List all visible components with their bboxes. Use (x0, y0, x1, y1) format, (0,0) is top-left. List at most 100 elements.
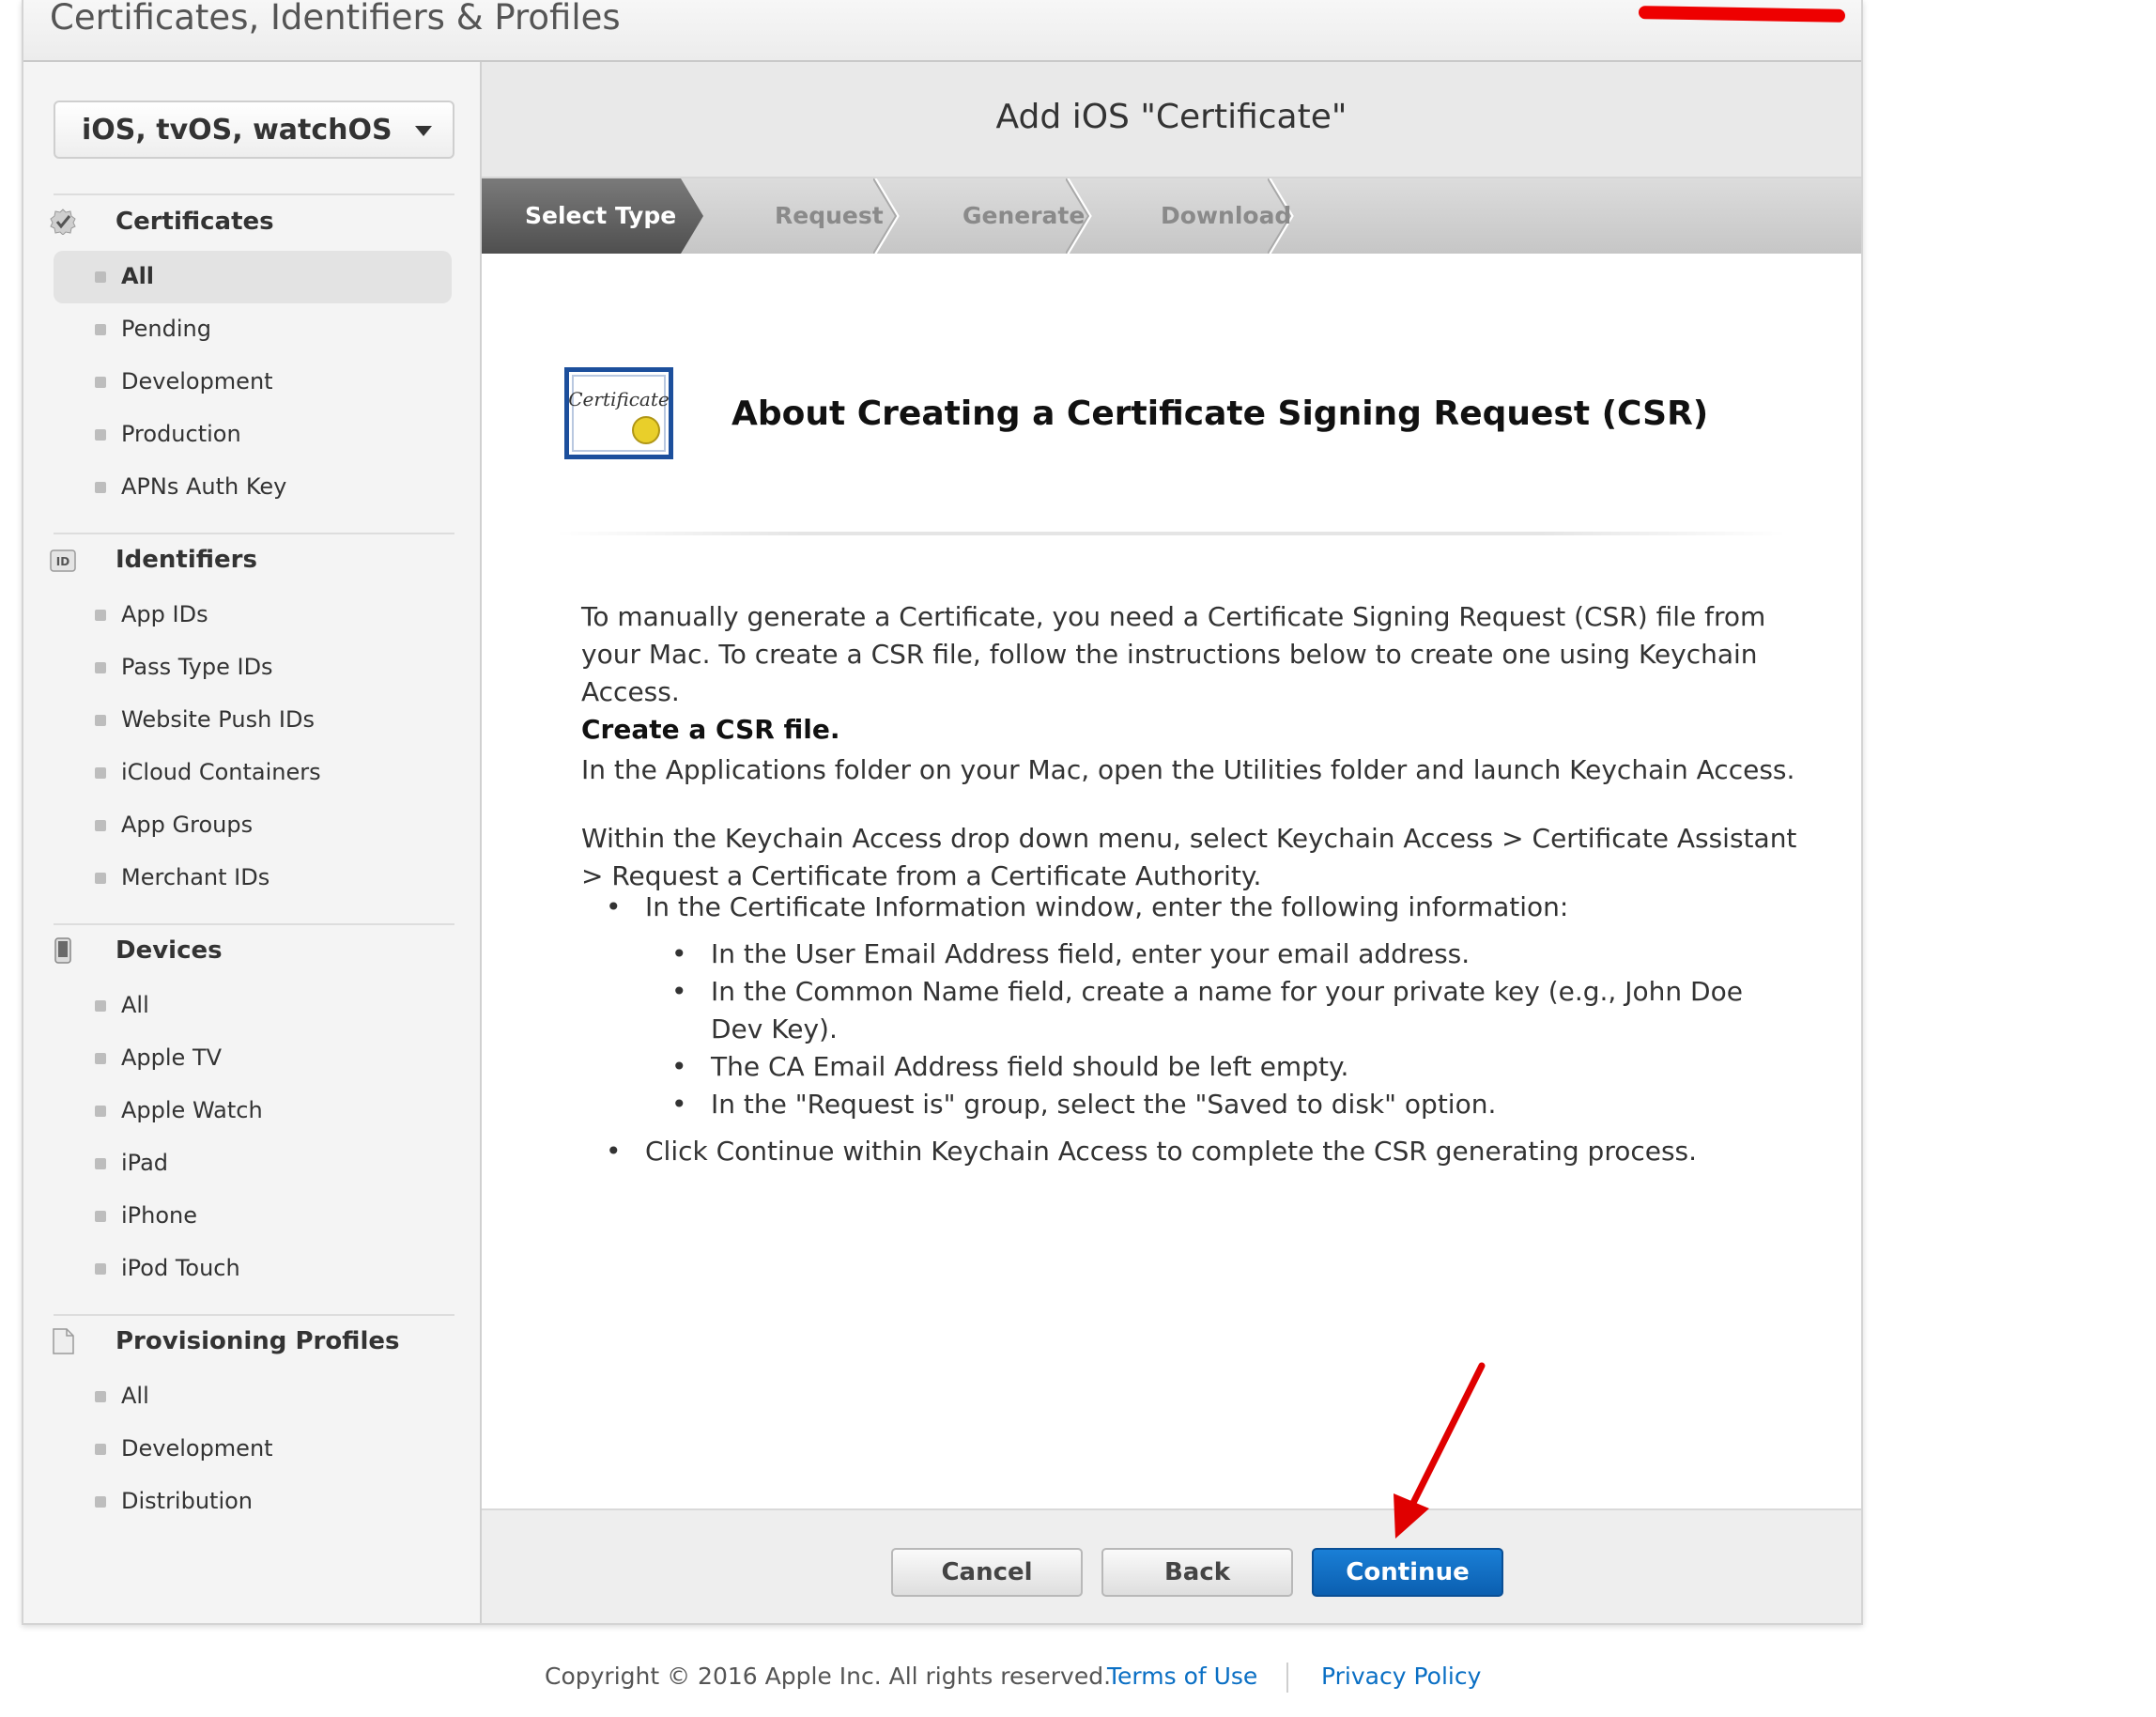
redacted-account-name (1638, 6, 1846, 23)
id-badge-icon: ID (50, 549, 76, 572)
sidebar-item-label: Apple TV (121, 1044, 223, 1071)
bullet-dot (95, 1000, 106, 1012)
bullet-dot (95, 610, 106, 621)
sidebar-item-label: All (121, 992, 149, 1018)
sidebar-item-profiles-all[interactable]: All (54, 1370, 452, 1423)
bullet-dot (95, 1106, 106, 1117)
privacy-policy-link[interactable]: Privacy Policy (1321, 1663, 1481, 1690)
bullet-dot (95, 482, 106, 493)
copyright-text: Copyright © 2016 Apple Inc. All rights r… (545, 1663, 1112, 1690)
sidebar-item-merchant-ids[interactable]: Merchant IDs (54, 852, 452, 905)
sidebar-item-ipod-touch[interactable]: iPod Touch (54, 1243, 452, 1295)
annotation-arrow-icon (1394, 1362, 1486, 1539)
sidebar-item-apple-tv[interactable]: Apple TV (54, 1032, 452, 1085)
bullet-dot (95, 1211, 106, 1222)
bullet-dot (95, 324, 106, 335)
bullet-dot (95, 767, 106, 779)
sidebar-item-certificates-development[interactable]: Development (54, 356, 452, 409)
sidebar-item-label: Pending (121, 316, 211, 342)
main-content: Certificate About Creating a Certificate… (482, 254, 1861, 1508)
sidebar-item-website-push-ids[interactable]: Website Push IDs (54, 694, 452, 747)
sidebar-item-label: All (121, 1383, 149, 1409)
bullet-dot (95, 1444, 106, 1455)
chevron-down-icon (415, 126, 432, 136)
sidebar-item-label: iPad (121, 1150, 169, 1176)
intro-paragraph: To manually generate a Certificate, you … (581, 601, 1766, 707)
sidebar-item-apple-watch[interactable]: Apple Watch (54, 1085, 452, 1137)
step-generate: Generate (962, 202, 1086, 229)
sidebar-item-ipad[interactable]: iPad (54, 1137, 452, 1190)
page-header: Add iOS "Certificate" (482, 62, 1861, 178)
step-progress-bar: Select Type Request Generate Download (482, 178, 1861, 254)
sidebar: iOS, tvOS, watchOS Certificates All Pend… (23, 62, 482, 1623)
create-csr-text: In the Applications folder on your Mac, … (581, 754, 1795, 785)
sidebar-item-label: App Groups (121, 812, 254, 838)
action-bar: Cancel Back Continue (482, 1508, 1861, 1623)
bullet-dot (95, 662, 106, 673)
sidebar-item-label: iPhone (121, 1202, 198, 1229)
continue-button[interactable]: Continue (1312, 1548, 1503, 1597)
section-title: Provisioning Profiles (116, 1327, 400, 1355)
section-divider (54, 923, 454, 925)
sidebar-item-certificates-all[interactable]: All (54, 251, 452, 303)
app-frame: Certificates, Identifiers & Profiles iOS… (22, 0, 1863, 1625)
cancel-button[interactable]: Cancel (891, 1548, 1083, 1597)
sidebar-item-label: Apple Watch (121, 1097, 263, 1123)
bullet-dot (95, 1158, 106, 1169)
section-title: Identifiers (116, 546, 257, 574)
sidebar-item-label: Merchant IDs (121, 864, 270, 890)
keychain-menu-instructions: Within the Keychain Access drop down men… (581, 823, 1797, 891)
step-download: Download (1161, 202, 1292, 229)
footer-separator (1286, 1663, 1288, 1693)
page-title: Add iOS "Certificate" (995, 98, 1348, 136)
sidebar-item-label: App IDs (121, 601, 208, 627)
divider (555, 532, 1787, 535)
create-csr-heading: Create a CSR file. (581, 714, 840, 745)
certificate-check-icon (50, 209, 76, 235)
sidebar-item-label: iCloud Containers (121, 759, 321, 785)
document-icon (53, 1328, 74, 1354)
bullet-dot (95, 873, 106, 884)
platform-select-value: iOS, tvOS, watchOS (82, 114, 393, 147)
bullet-dot (95, 429, 106, 441)
sidebar-item-label: iPod Touch (121, 1255, 240, 1281)
terms-of-use-link[interactable]: Terms of Use (1107, 1663, 1257, 1690)
app-title: Certificates, Identifiers & Profiles (50, 0, 621, 38)
svg-text:Certificate: Certificate (568, 388, 669, 410)
section-title: Devices (116, 936, 223, 965)
sidebar-item-label: Website Push IDs (121, 706, 315, 733)
sidebar-item-pass-type-ids[interactable]: Pass Type IDs (54, 642, 452, 694)
sidebar-item-label: Development (121, 1435, 273, 1462)
step-request: Request (775, 202, 884, 229)
sidebar-item-label: All (121, 263, 155, 289)
device-icon (54, 937, 71, 964)
step-select-type: Select Type (525, 202, 677, 229)
main-panel: Add iOS "Certificate" Select Type Reques… (482, 62, 1861, 1623)
svg-text:ID: ID (56, 555, 69, 568)
bullet-dot (95, 820, 106, 831)
bullet-dot (95, 1053, 106, 1064)
certificate-icon: Certificate (563, 366, 674, 460)
sidebar-item-apns-auth-key[interactable]: APNs Auth Key (54, 461, 452, 514)
sidebar-item-devices-all[interactable]: All (54, 980, 452, 1032)
sidebar-item-app-ids[interactable]: App IDs (54, 589, 452, 642)
sidebar-item-label: Pass Type IDs (121, 654, 273, 680)
bullet-dot (95, 377, 106, 388)
sidebar-item-certificates-production[interactable]: Production (54, 409, 452, 461)
bullet-dot (95, 1263, 106, 1275)
section-title: About Creating a Certificate Signing Req… (732, 394, 1709, 433)
bullet-dot (95, 271, 106, 283)
bullet-dot (95, 1496, 106, 1508)
sidebar-item-app-groups[interactable]: App Groups (54, 799, 452, 852)
platform-select[interactable]: iOS, tvOS, watchOS (54, 101, 454, 159)
section-title: Certificates (116, 208, 274, 236)
sidebar-item-certificates-pending[interactable]: Pending (54, 303, 452, 356)
sidebar-item-profiles-development[interactable]: Development (54, 1423, 452, 1476)
sidebar-item-label: APNs Auth Key (121, 473, 287, 500)
sidebar-item-profiles-distribution[interactable]: Distribution (54, 1476, 452, 1528)
sidebar-item-iphone[interactable]: iPhone (54, 1190, 452, 1243)
section-divider (54, 1314, 454, 1316)
back-button[interactable]: Back (1101, 1548, 1293, 1597)
sidebar-item-icloud-containers[interactable]: iCloud Containers (54, 747, 452, 799)
section-divider (54, 533, 454, 534)
